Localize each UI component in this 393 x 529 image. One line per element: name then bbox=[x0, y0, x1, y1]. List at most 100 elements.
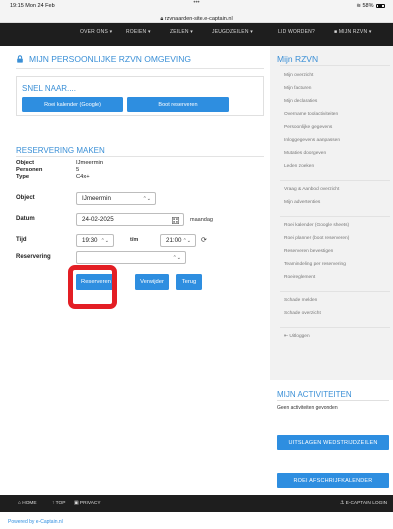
activities-panel: MIJN ACTIVITEITEN Geen activiteiten gevo… bbox=[270, 380, 393, 495]
nav-mijn-rzvn[interactable]: ■ MIJN RZVN ▾ bbox=[334, 29, 372, 35]
nav-roeien[interactable]: ROEIEN ▾ bbox=[126, 29, 151, 35]
footer-ecaptain-login[interactable]: ⚓︎ E-CAPTAIN LOGIN bbox=[340, 501, 387, 506]
divider bbox=[280, 216, 390, 217]
footer-home[interactable]: ⌂ HOME bbox=[18, 501, 37, 506]
footer-top[interactable]: ↑ TOP bbox=[52, 501, 65, 506]
status-bar: 19:15 Mon 24 Feb ••• ≋ 58% bbox=[0, 0, 393, 12]
footer-login-label: E-CAPTAIN LOGIN bbox=[345, 501, 388, 506]
footer-privacy[interactable]: ▣ PRIVACY bbox=[74, 501, 101, 506]
tijd-separator: t/m bbox=[130, 237, 139, 243]
datum-value: 24-02-2025 bbox=[82, 216, 114, 223]
object-label: Object bbox=[16, 195, 35, 201]
object-select[interactable]: IJmeermin ⌃⌄ bbox=[76, 192, 156, 205]
sidebar-item-schade-melden[interactable]: Schade melden bbox=[284, 298, 317, 303]
calendar-icon[interactable] bbox=[172, 217, 179, 224]
sidebar-item-uitloggen-label: Uitloggen bbox=[289, 334, 310, 339]
divider bbox=[16, 156, 264, 157]
lock-small-icon: 🔒︎ bbox=[160, 16, 164, 22]
sidebar-item-mijn-advertenties[interactable]: Mijn advertenties bbox=[284, 200, 320, 205]
refresh-icon[interactable]: ⟳ bbox=[201, 236, 207, 244]
multitask-dots-icon[interactable]: ••• bbox=[193, 0, 199, 6]
status-time: 19:15 Mon 24 Feb bbox=[10, 3, 55, 9]
activities-empty-text: Geen activiteiten gevonden bbox=[277, 405, 338, 411]
tijd-label: Tijd bbox=[16, 237, 27, 243]
sidebar-item-persoonlijke-gegevens[interactable]: Persoonlijke gegevens bbox=[284, 125, 332, 130]
logout-icon: ⇤ bbox=[284, 334, 289, 339]
datum-input[interactable]: 24-02-2025 bbox=[76, 213, 184, 226]
tijd-from-select[interactable]: 19:30 ⌃⌄ bbox=[76, 234, 114, 247]
reservering-label: Reservering bbox=[16, 254, 51, 260]
divider bbox=[277, 400, 389, 401]
reservation-title: RESERVERING MAKEN bbox=[16, 146, 105, 155]
sidebar-item-schade-overzicht[interactable]: Schade overzicht bbox=[284, 311, 321, 316]
powered-by-link[interactable]: Powered by e-Captain.nl bbox=[8, 519, 63, 525]
sidebar-item-roei-kalender[interactable]: Roei kalender (Google sheets) bbox=[284, 223, 349, 228]
sidebar-item-mijn-overzicht[interactable]: Mijn overzicht bbox=[284, 73, 313, 78]
divider bbox=[280, 291, 390, 292]
detail-value-personen: 5 bbox=[76, 167, 80, 173]
datum-label: Datum bbox=[16, 216, 35, 222]
battery-indicator: ≋ 58% bbox=[356, 3, 385, 9]
detail-label-personen: Personen bbox=[16, 167, 43, 173]
chevron-updown-icon: ⌃⌄ bbox=[172, 255, 181, 261]
sidebar-item-reserveren-bevestigen[interactable]: Reserveren bevestigen bbox=[284, 249, 333, 254]
wifi-icon: ≋ bbox=[356, 3, 361, 9]
terug-button[interactable]: Terug bbox=[176, 274, 202, 290]
nav-zeilen[interactable]: ZEILEN ▾ bbox=[170, 29, 193, 35]
sidebar-title: Mijn RZVN bbox=[277, 54, 319, 64]
sidebar-item-roeireglement[interactable]: Roeireglement bbox=[284, 275, 315, 280]
url-text: rzvnaarden-site.e-captain.nl bbox=[164, 16, 233, 22]
roei-kalender-button[interactable]: Roei kalender (Google) bbox=[22, 97, 123, 112]
datum-day: maandag bbox=[190, 217, 213, 223]
detail-label-object: Object bbox=[16, 160, 35, 166]
divider bbox=[280, 65, 390, 66]
uitslagen-wedstrijdzeilen-button[interactable]: UITSLAGEN WEDSTRIJDZEILEN bbox=[277, 435, 389, 450]
sidebar-item-overname[interactable]: Overname toolactiviteiten bbox=[284, 112, 338, 117]
nav-over-ons[interactable]: OVER ONS ▾ bbox=[80, 29, 112, 35]
tijd-from-value: 19:30 bbox=[82, 237, 98, 244]
sidebar-item-roei-planner[interactable]: Roei planner (boot reserveren) bbox=[284, 236, 349, 241]
object-select-value: IJmeermin bbox=[82, 195, 111, 202]
address-bar[interactable]: 🔒︎ rzvnaarden-site.e-captain.nl bbox=[0, 12, 393, 23]
nav-jeugdzeilen[interactable]: JEUGDZEILEN ▾ bbox=[212, 29, 253, 35]
tijd-to-select[interactable]: 21:00 ⌃⌄ bbox=[160, 234, 196, 247]
quick-links-title: SNEL NAAR.... bbox=[22, 84, 76, 93]
detail-value-type: C4x+ bbox=[76, 174, 90, 180]
sidebar-item-mijn-declaraties[interactable]: Mijn declaraties bbox=[284, 99, 317, 104]
sidebar-item-mutaties[interactable]: Mutaties doorgeven bbox=[284, 151, 326, 156]
nav-mijn-rzvn-label: MIJN RZVN ▾ bbox=[338, 29, 372, 35]
roei-afschrijfkalender-button[interactable]: ROEI AFSCHRIJFKALENDER bbox=[277, 473, 389, 488]
footer-privacy-label: PRIVACY bbox=[79, 501, 101, 506]
chevron-updown-icon: ⌃⌄ bbox=[182, 238, 191, 244]
sidebar-item-leden-zoeken[interactable]: Leden zoeken bbox=[284, 164, 314, 169]
tijd-to-value: 21:00 bbox=[166, 237, 182, 244]
nav-lid-worden[interactable]: LID WORDEN? bbox=[278, 29, 315, 35]
activities-title: MIJN ACTIVITEITEN bbox=[277, 390, 352, 399]
chevron-updown-icon: ⌃⌄ bbox=[100, 238, 109, 244]
reservering-select[interactable]: ⌃⌄ bbox=[76, 251, 186, 264]
quick-links-box: SNEL NAAR.... Roei kalender (Google) Boo… bbox=[16, 76, 264, 116]
battery-percent: 58% bbox=[362, 3, 374, 9]
sidebar-item-mijn-facturen[interactable]: Mijn facturen bbox=[284, 86, 311, 91]
sidebar-item-uitloggen[interactable]: ⇤ Uitloggen bbox=[284, 334, 310, 339]
sidebar-item-teamindeling[interactable]: Teamindeling per reservering bbox=[284, 262, 346, 267]
detail-label-type: Type bbox=[16, 174, 30, 180]
lock-icon bbox=[17, 55, 23, 63]
main-navbar: OVER ONS ▾ ROEIEN ▾ ZEILEN ▾ JEUGDZEILEN… bbox=[0, 23, 393, 46]
verwijder-button[interactable]: Verwijder bbox=[135, 274, 169, 290]
page-title-text: MIJN PERSOONLIJKE RZVN OMGEVING bbox=[29, 54, 191, 64]
divider bbox=[16, 68, 264, 69]
footer: ⌂ HOME ↑ TOP ▣ PRIVACY ⚓︎ E-CAPTAIN LOGI… bbox=[0, 495, 393, 512]
sidebar-item-inloggegevens[interactable]: Inloggegevens aanpassen bbox=[284, 138, 340, 143]
boot-reserveren-button[interactable]: Boot reserveren bbox=[127, 97, 229, 112]
detail-value-object: IJmeermin bbox=[76, 160, 104, 166]
footer-home-label: HOME bbox=[22, 501, 37, 506]
divider bbox=[280, 327, 390, 328]
battery-icon bbox=[376, 3, 385, 8]
footer-top-label: TOP bbox=[55, 501, 66, 506]
divider bbox=[280, 180, 390, 181]
sidebar-item-vraag-aanbod[interactable]: Vraag & Aanbod overzicht bbox=[284, 187, 339, 192]
reserveren-button[interactable]: Reserveren bbox=[76, 274, 116, 290]
chevron-updown-icon: ⌃⌄ bbox=[142, 196, 151, 202]
page-title: MIJN PERSOONLIJKE RZVN OMGEVING bbox=[16, 54, 191, 64]
